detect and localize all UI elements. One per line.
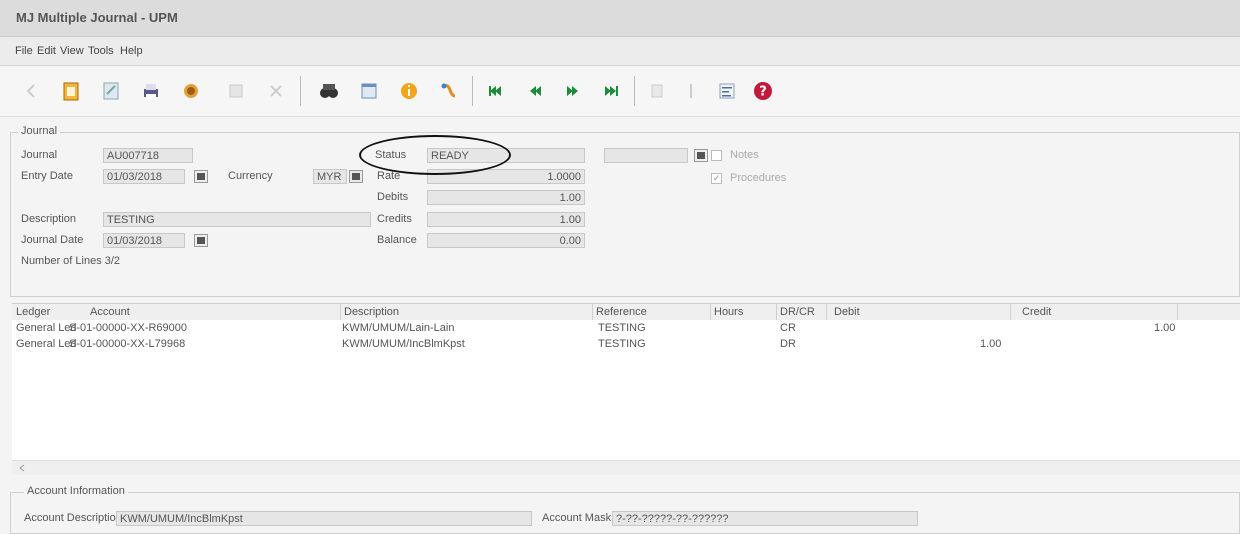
toolbar-separator — [634, 76, 635, 106]
column-header-reference[interactable]: Reference — [596, 306, 647, 318]
last-record-icon[interactable] — [600, 80, 622, 102]
new-document-icon[interactable] — [60, 80, 82, 102]
cell-reference: TESTING — [598, 338, 646, 350]
procedures-checkbox[interactable]: ✓ — [711, 173, 722, 184]
description-field[interactable]: TESTING — [103, 212, 371, 227]
credits-label: Credits — [377, 213, 412, 225]
title-bar: MJ Multiple Journal - UPM — [0, 0, 1240, 37]
scroll-left-icon[interactable] — [18, 464, 26, 472]
menu-tools[interactable]: Tools — [88, 45, 114, 57]
journal-label: Journal — [21, 149, 58, 161]
status-date-field[interactable] — [604, 148, 688, 163]
journal-lines-grid: General Led S-01-00000-XX-R69000 KWM/UMU… — [12, 320, 1240, 460]
currency-field[interactable]: MYR — [313, 169, 347, 184]
cell-debit: 1.00 — [980, 338, 1002, 350]
table-row[interactable]: General Led S-01-00000-XX-L79968 KWM/UMU… — [12, 338, 1240, 354]
column-header-description[interactable]: Description — [344, 306, 399, 318]
column-separator[interactable] — [710, 304, 711, 320]
previous-record-icon[interactable] — [524, 80, 546, 102]
account-description-field: KWM/UMUM/IncBlmKpst — [116, 511, 532, 526]
account-description-label: Account Description — [24, 512, 122, 524]
journal-field[interactable]: AU007718 — [103, 148, 193, 163]
delete-icon[interactable] — [265, 80, 287, 102]
cell-description: KWM/UMUM/Lain-Lain — [342, 322, 455, 334]
window-title: MJ Multiple Journal - UPM — [16, 10, 178, 25]
column-header-ledger[interactable]: Ledger — [16, 306, 50, 318]
menu-file[interactable]: File — [15, 45, 33, 57]
balance-field: 0.00 — [427, 233, 585, 248]
edit-document-icon[interactable] — [100, 80, 122, 102]
cell-drcr: DR — [780, 338, 796, 350]
next-record-icon[interactable] — [562, 80, 584, 102]
column-separator[interactable] — [1010, 304, 1011, 320]
procedures-label: Procedures — [730, 172, 787, 184]
first-record-icon[interactable] — [484, 80, 506, 102]
cell-account: S-01-00000-XX-R69000 — [69, 322, 188, 334]
entry-date-calendar-icon[interactable] — [194, 170, 208, 183]
cell-reference: TESTING — [598, 322, 646, 334]
binoculars-icon[interactable] — [318, 80, 340, 102]
grid-header: Ledger Account Description Reference Hou… — [12, 303, 1240, 321]
menu-view[interactable]: View — [60, 45, 84, 57]
sort-icon[interactable] — [680, 80, 702, 102]
help-icon[interactable]: ? — [752, 80, 774, 102]
notes-label: Notes — [730, 149, 759, 161]
toolbar: ? — [0, 66, 1240, 117]
debits-label: Debits — [377, 191, 409, 203]
post-icon[interactable] — [646, 80, 668, 102]
column-header-account[interactable]: Account — [90, 306, 130, 318]
highlight-circle — [359, 135, 511, 175]
table-row[interactable]: General Led S-01-00000-XX-R69000 KWM/UMU… — [12, 322, 1240, 338]
column-header-credit[interactable]: Credit — [1022, 306, 1051, 318]
journal-date-calendar-icon[interactable] — [194, 234, 208, 247]
svg-text:?: ? — [759, 85, 767, 100]
number-of-lines: Number of Lines 3/2 — [21, 255, 121, 267]
notes-checkbox[interactable] — [711, 150, 722, 161]
list-icon[interactable] — [716, 80, 738, 102]
currency-label: Currency — [228, 170, 273, 182]
column-separator[interactable] — [340, 304, 341, 320]
column-separator[interactable] — [1177, 304, 1178, 320]
cell-description: KWM/UMUM/IncBlmKpst — [342, 338, 465, 350]
cell-drcr: CR — [780, 322, 796, 334]
menu-bar: File Edit View Tools Help — [0, 37, 1240, 66]
column-header-debit[interactable]: Debit — [834, 306, 860, 318]
debits-field: 1.00 — [427, 190, 585, 205]
window-icon[interactable] — [358, 80, 380, 102]
column-separator[interactable] — [592, 304, 593, 320]
print-icon[interactable] — [140, 80, 162, 102]
journal-group-legend: Journal — [18, 125, 61, 137]
cell-ledger: General Led — [16, 338, 77, 350]
entry-date-field[interactable]: 01/03/2018 — [103, 169, 185, 184]
search-document-icon[interactable] — [180, 80, 202, 102]
cell-credit: 1.00 — [1154, 322, 1176, 334]
cell-ledger: General Led — [16, 322, 77, 334]
entry-date-label: Entry Date — [21, 170, 73, 182]
description-label: Description — [21, 213, 77, 225]
cell-account: S-01-00000-XX-L79968 — [69, 338, 186, 350]
journal-date-label: Journal Date — [21, 234, 84, 246]
status-date-calendar-icon[interactable] — [694, 149, 708, 162]
menu-edit[interactable]: Edit — [37, 45, 56, 57]
menu-help[interactable]: Help — [120, 45, 143, 57]
save-icon[interactable] — [225, 80, 247, 102]
account-mask-label: Account Mask — [542, 512, 612, 524]
back-arrow-icon[interactable] — [20, 80, 42, 102]
horizontal-scrollbar[interactable] — [12, 460, 1240, 475]
balance-label: Balance — [377, 234, 417, 246]
account-mask-field: ?-??-?????-??-?????? — [612, 511, 918, 526]
column-separator[interactable] — [776, 304, 777, 320]
attach-icon[interactable] — [438, 80, 460, 102]
column-header-hours[interactable]: Hours — [714, 306, 743, 318]
column-header-drcr[interactable]: DR/CR — [780, 306, 815, 318]
column-separator[interactable] — [826, 304, 827, 320]
credits-field: 1.00 — [427, 212, 585, 227]
toolbar-separator — [472, 76, 473, 106]
journal-date-field[interactable]: 01/03/2018 — [103, 233, 185, 248]
account-information-legend: Account Information — [24, 485, 128, 497]
toolbar-separator — [300, 76, 301, 106]
info-icon[interactable] — [398, 80, 420, 102]
currency-lookup-icon[interactable] — [349, 170, 363, 183]
